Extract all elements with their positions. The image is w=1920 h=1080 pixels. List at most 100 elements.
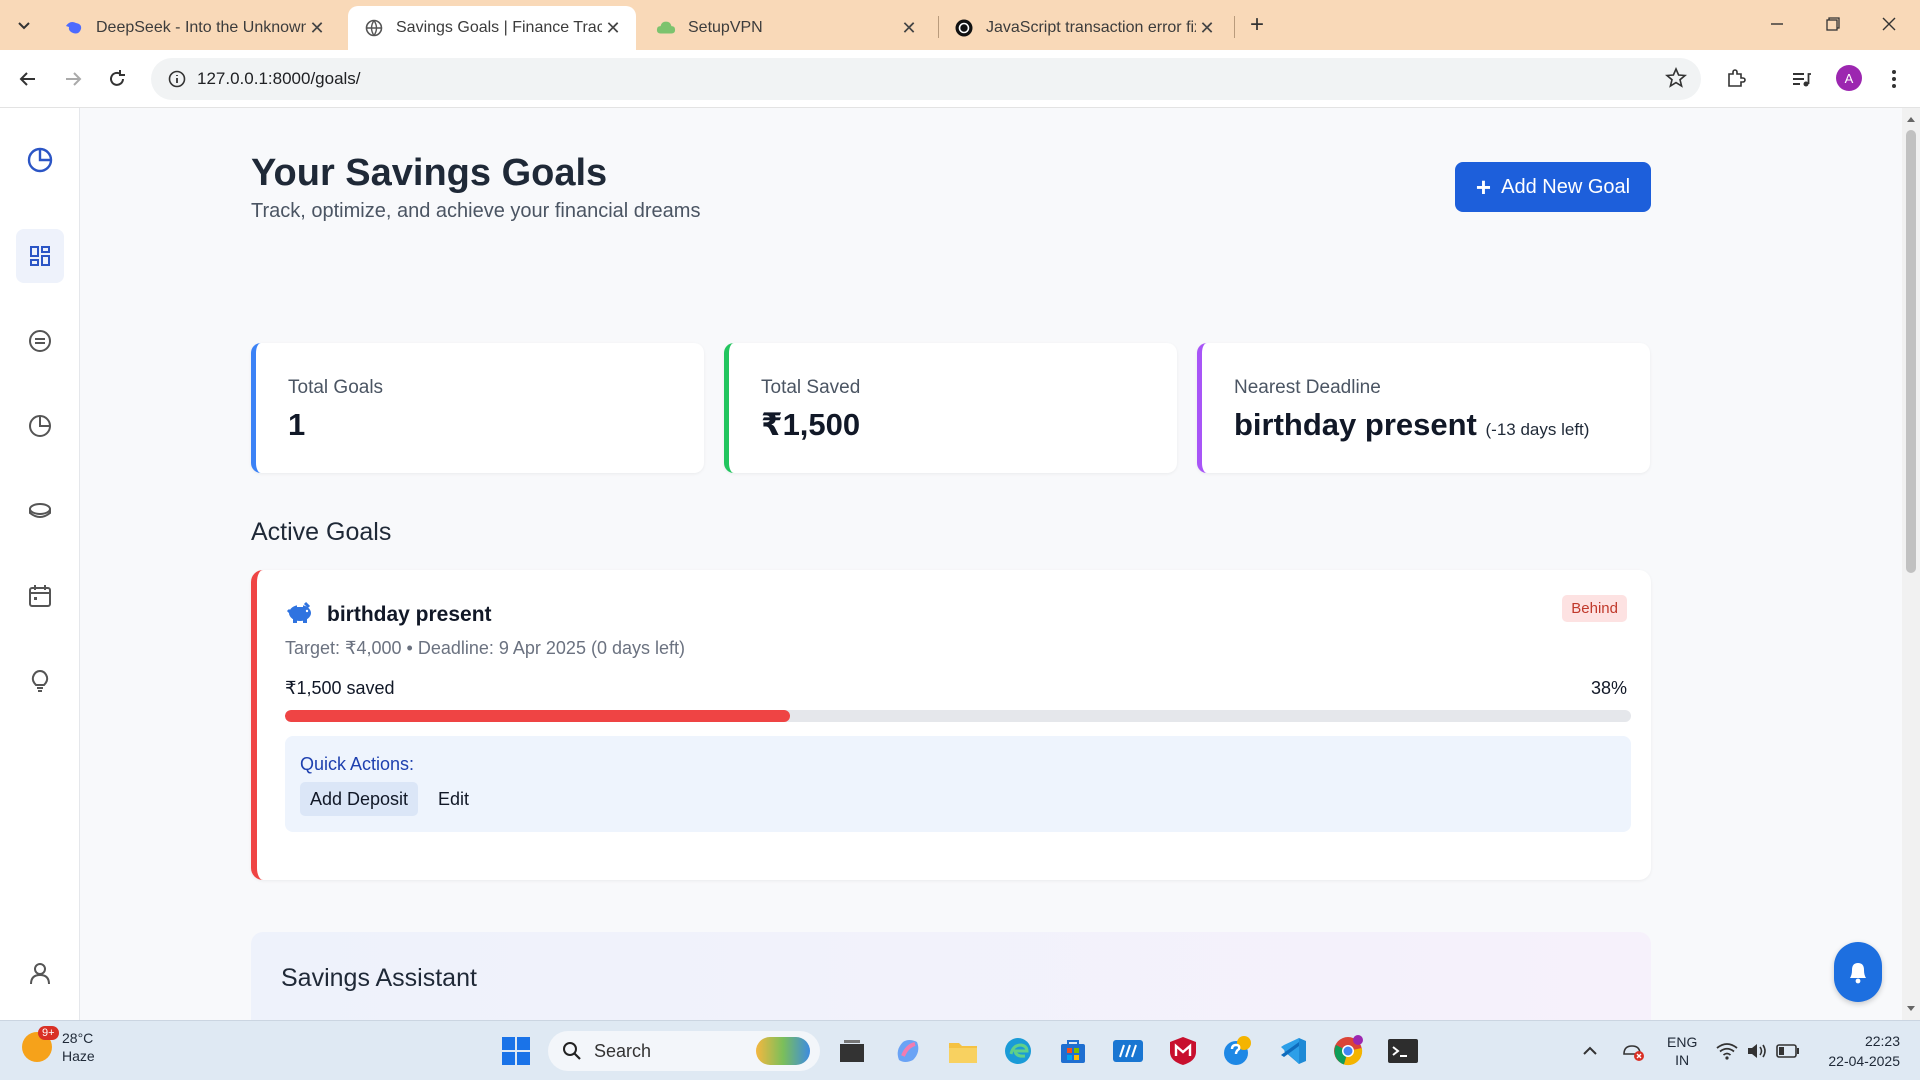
sidebar-item-savings[interactable] <box>16 484 64 538</box>
exchange-circle-icon <box>29 330 51 352</box>
tab-savings-goals[interactable]: Savings Goals | Finance Tracker ✕ <box>348 6 636 50</box>
sidebar-item-goals[interactable] <box>16 229 64 283</box>
volume-icon[interactable] <box>1746 1021 1768 1080</box>
microsoft-store-icon[interactable] <box>1055 1033 1091 1069</box>
puzzle-icon <box>1728 69 1746 87</box>
search-placeholder: Search <box>594 1040 652 1061</box>
close-tab-icon[interactable]: ✕ <box>306 17 328 39</box>
close-tab-icon[interactable]: ✕ <box>898 17 920 39</box>
start-button[interactable] <box>498 1033 534 1069</box>
pie-chart-icon <box>27 147 53 173</box>
clock-date: 22-04-2025 <box>1828 1053 1900 1069</box>
sidebar-item-reports[interactable] <box>16 399 64 453</box>
browser-menu-button[interactable] <box>1878 63 1910 95</box>
pie-chart-icon <box>29 415 51 437</box>
tab-title: JavaScript transaction error fix <box>986 19 1196 36</box>
weather-condition: Haze <box>62 1048 95 1064</box>
extensions-button[interactable] <box>1720 63 1752 95</box>
minimize-button[interactable] <box>1750 6 1804 42</box>
tab-title: SetupVPN <box>688 19 763 36</box>
status-badge: Behind <box>1562 595 1627 622</box>
deadline-goal-name: birthday present <box>1234 407 1477 442</box>
back-button[interactable] <box>12 63 44 95</box>
stat-label: Total Saved <box>761 377 861 398</box>
bookmark-star-icon[interactable] <box>1664 66 1688 94</box>
goal-title: birthday present <box>285 600 492 630</box>
sidebar-item-profile[interactable] <box>16 946 64 1000</box>
scroll-up-icon[interactable] <box>1906 114 1916 124</box>
add-new-goal-button[interactable]: + Add New Goal <box>1455 162 1651 212</box>
goal-progress-bar <box>285 710 1631 722</box>
media-controls-button[interactable] <box>1785 63 1817 95</box>
profile-avatar[interactable]: A <box>1836 65 1862 91</box>
language-indicator[interactable]: ENG IN <box>1667 1021 1697 1080</box>
stat-card-total-saved: Total Saved ₹1,500 <box>724 343 1177 473</box>
edge-browser-icon[interactable] <box>1000 1033 1036 1069</box>
tab-setupvpn[interactable]: SetupVPN ✕ <box>640 6 932 50</box>
close-tab-icon[interactable]: ✕ <box>1196 17 1218 39</box>
search-icon <box>563 1042 581 1060</box>
task-view-icon[interactable] <box>834 1033 870 1069</box>
network-status-icon[interactable] <box>1620 1021 1646 1080</box>
stat-card-total-goals: Total Goals 1 <box>251 343 704 473</box>
reload-button[interactable] <box>101 63 133 95</box>
site-info-icon[interactable] <box>157 70 197 88</box>
media-queue-icon <box>1793 73 1811 87</box>
sidebar-item-transactions[interactable] <box>16 314 64 368</box>
tab-deepseek[interactable]: DeepSeek - Into the Unknown ✕ <box>48 6 340 50</box>
language-code: ENG <box>1667 1034 1698 1050</box>
add-deposit-button[interactable]: Add Deposit <box>300 782 419 816</box>
weather-widget[interactable]: 9+ 28°C Haze <box>22 1026 95 1065</box>
coins-icon <box>29 503 51 518</box>
chrome-icon[interactable] <box>1330 1033 1366 1069</box>
savings-assistant-panel: Savings Assistant <box>251 932 1651 1020</box>
sidebar-item-calendar[interactable] <box>16 569 64 623</box>
file-explorer-icon[interactable] <box>945 1033 981 1069</box>
sidebar-item-insights[interactable] <box>16 654 64 708</box>
tab-search-dropdown[interactable] <box>10 11 38 39</box>
wifi-icon[interactable] <box>1716 1021 1738 1080</box>
minimize-icon <box>1771 23 1783 25</box>
tab-title: Savings Goals | Finance Tracker <box>396 19 602 36</box>
more-vertical-icon <box>1892 70 1896 88</box>
forward-button[interactable] <box>57 63 89 95</box>
new-tab-button[interactable]: + <box>1243 11 1271 39</box>
deadline-days-left: (-13 days left) <box>1485 420 1590 439</box>
url-text: 127.0.0.1:8000/goals/ <box>197 69 361 88</box>
restore-button[interactable] <box>1806 6 1860 42</box>
tab-title: DeepSeek - Into the Unknown <box>96 19 306 36</box>
savings-assistant-title: Savings Assistant <box>281 964 477 992</box>
arrow-left-icon <box>19 72 35 86</box>
hp-app-icon[interactable] <box>1110 1033 1146 1069</box>
scroll-down-icon[interactable] <box>1906 1004 1916 1014</box>
close-tab-icon[interactable]: ✕ <box>602 17 624 39</box>
notifications-button[interactable] <box>1834 942 1882 1002</box>
active-goals-heading: Active Goals <box>251 518 392 546</box>
goal-name: birthday present <box>327 603 492 626</box>
tab-chatgpt[interactable]: JavaScript transaction error fix ✕ <box>938 6 1230 50</box>
battery-icon[interactable] <box>1776 1021 1800 1080</box>
vscode-icon[interactable] <box>1275 1033 1311 1069</box>
weather-badge: 9+ <box>38 1026 59 1040</box>
address-bar[interactable]: 127.0.0.1:8000/goals/ <box>151 58 1701 100</box>
system-clock[interactable]: 22:23 22-04-2025 <box>1812 1031 1900 1071</box>
page-scrollbar[interactable] <box>1902 108 1920 1020</box>
tray-overflow-icon[interactable] <box>1582 1021 1598 1080</box>
edit-goal-button[interactable]: Edit <box>428 782 479 816</box>
close-icon <box>1882 17 1896 31</box>
region-code: IN <box>1675 1052 1690 1068</box>
terminal-icon[interactable] <box>1385 1033 1421 1069</box>
close-window-button[interactable] <box>1862 6 1916 42</box>
goal-saved-amount: ₹1,500 saved <box>285 678 395 698</box>
deepseek-icon <box>64 18 84 38</box>
clock-time: 22:23 <box>1864 1033 1900 1049</box>
get-help-icon[interactable] <box>1220 1033 1256 1069</box>
piggy-bank-icon <box>285 600 315 630</box>
taskbar-search[interactable]: Search <box>548 1031 820 1071</box>
copilot-icon[interactable] <box>890 1033 926 1069</box>
stat-card-nearest-deadline: Nearest Deadline birthday present (-13 d… <box>1197 343 1650 473</box>
mcafee-icon[interactable] <box>1165 1033 1201 1069</box>
scrollbar-thumb[interactable] <box>1906 130 1916 573</box>
sidebar-item-overview[interactable] <box>16 132 64 186</box>
goal-target-deadline: Target: ₹4,000 • Deadline: 9 Apr 2025 (0… <box>285 638 685 658</box>
